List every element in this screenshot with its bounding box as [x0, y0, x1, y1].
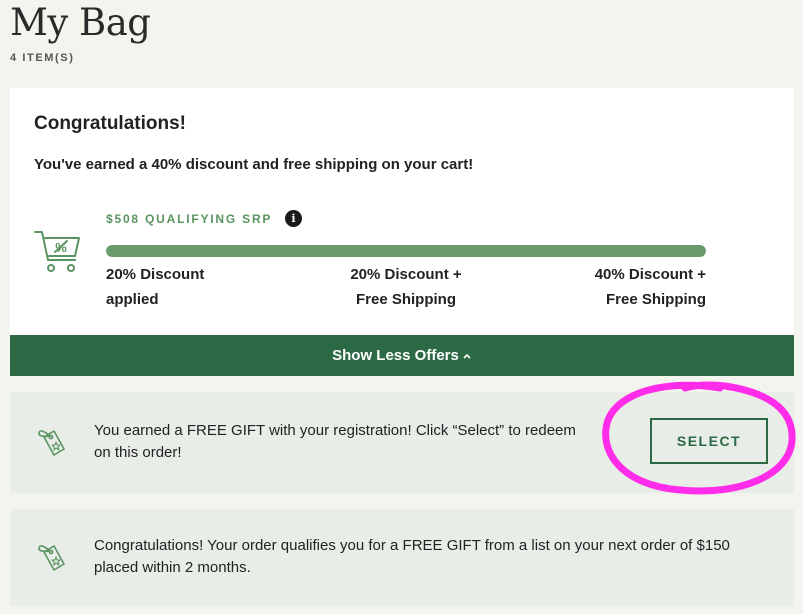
- page-title: My Bag: [10, 1, 151, 44]
- show-less-offers-label: Show Less Offers: [332, 347, 459, 364]
- tier-3-line-2: Free Shipping: [605, 291, 706, 308]
- item-count: 4 ITEM(S): [10, 52, 75, 64]
- discount-tier-2: 20% Discount + Free Shipping: [326, 262, 486, 312]
- tier-1-line-1: 20% Discount: [106, 266, 205, 283]
- discount-tier-3: 40% Discount + Free Shipping: [546, 262, 706, 312]
- registration-gift-banner: You earned a FREE GIFT with your registr…: [10, 392, 794, 493]
- gift-tag-icon: [38, 430, 65, 456]
- registration-gift-text: You earned a FREE GIFT with your registr…: [94, 422, 576, 461]
- discount-progress-fill: [106, 245, 706, 257]
- qualifying-srp-label: $508 QUALIFYING SRP: [106, 212, 273, 226]
- tier-2-line-1: 20% Discount +: [350, 266, 462, 283]
- next-order-gift-text: Congratulations! Your order qualifies yo…: [94, 537, 730, 576]
- tier-3-line-1: 40% Discount +: [594, 266, 706, 283]
- offers-heading: Congratulations!: [34, 113, 186, 134]
- tier-1-line-2: applied: [106, 291, 159, 308]
- gift-tag-icon: [38, 545, 65, 571]
- discount-progress-bar: [106, 245, 706, 257]
- show-less-offers-button[interactable]: Show Less Offers: [10, 335, 794, 376]
- tier-2-line-2: Free Shipping: [355, 291, 456, 308]
- offers-subheading: You've earned a 40% discount and free sh…: [34, 156, 474, 173]
- discount-tier-1: 20% Discount applied: [106, 262, 266, 312]
- info-icon[interactable]: i: [285, 210, 302, 227]
- offers-card: Congratulations! You've earned a 40% dis…: [10, 88, 794, 376]
- discount-cart-icon: %: [34, 231, 80, 272]
- chevron-up-icon: [463, 353, 471, 359]
- svg-text:%: %: [55, 240, 67, 255]
- select-gift-button[interactable]: SELECT: [650, 418, 768, 464]
- next-order-gift-banner: Congratulations! Your order qualifies yo…: [10, 509, 794, 606]
